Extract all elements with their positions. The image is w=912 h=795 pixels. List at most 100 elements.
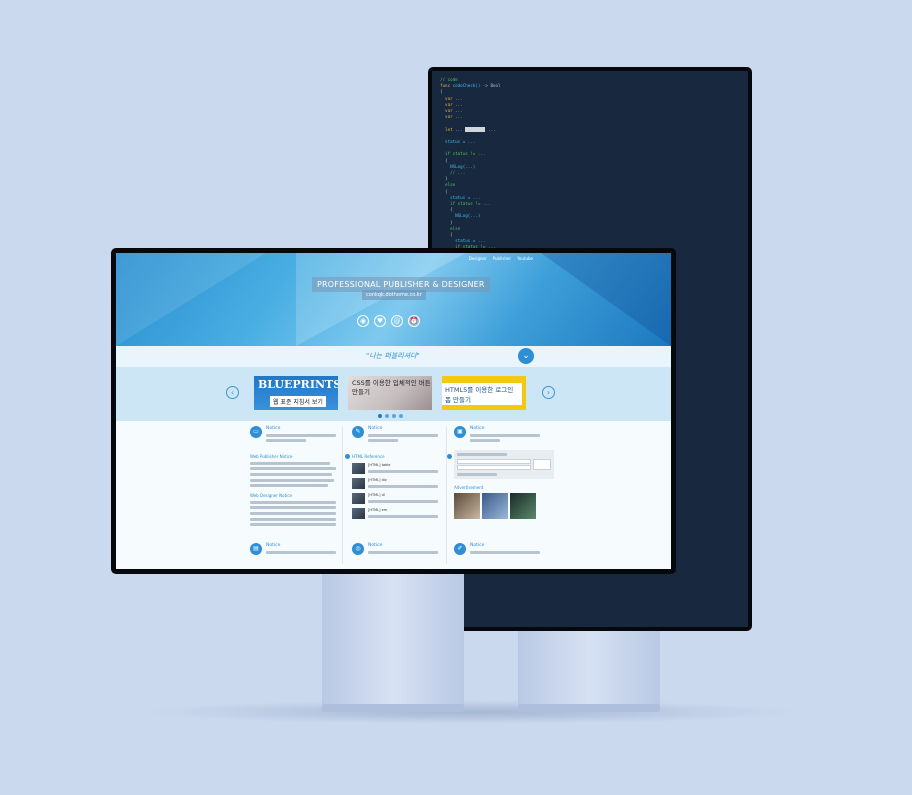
signup-links[interactable] <box>457 472 497 476</box>
notice-text-line <box>470 439 500 443</box>
ad-image[interactable] <box>482 492 508 519</box>
reference-text <box>368 469 438 473</box>
list-item[interactable] <box>250 523 336 527</box>
target-icon[interactable]: ◉ <box>357 315 369 327</box>
heart-icon[interactable]: ♥ <box>374 315 386 327</box>
carousel-slide[interactable]: CSS를 이용한 입체적인 버튼 만들기 <box>348 376 432 410</box>
alarm-clock-icon[interactable]: ⏰ <box>408 315 420 327</box>
reference-item[interactable]: [HTML] em <box>352 508 452 520</box>
notice-block[interactable]: ▭ Notice <box>250 426 350 443</box>
carousel-dot[interactable] <box>399 414 403 418</box>
carousel-prev-button[interactable]: ‹ <box>226 386 239 399</box>
reference-title: [HTML] table <box>368 463 391 468</box>
advertisement-images <box>454 492 554 519</box>
chart-icon: ▤ <box>250 543 262 555</box>
reference-thumbnail <box>352 478 365 490</box>
id-field[interactable] <box>457 459 531 465</box>
section-title: HTML Reference <box>352 454 452 460</box>
ad-image[interactable] <box>510 492 536 519</box>
notice-text-line <box>368 439 398 443</box>
notice-block[interactable]: ✎ Notice <box>352 426 452 443</box>
website-screen: Designer Publisher Youtube PROFESSIONAL … <box>116 253 671 569</box>
plus-icon[interactable] <box>447 454 452 460</box>
nav-designer[interactable]: Designer <box>469 256 487 261</box>
top-nav: Designer Publisher Youtube <box>469 256 533 261</box>
bottom-notice-3: ✐ Notice <box>454 543 554 555</box>
notice-title: Notice <box>470 426 485 431</box>
bottom-notice-1: ▤ Notice <box>250 543 350 555</box>
section-title-text: Advertisement <box>454 484 484 490</box>
hero-facet <box>541 253 671 346</box>
bottom-notice-2: ◎ Notice <box>352 543 452 555</box>
notice-block[interactable]: ✐ Notice <box>454 543 554 555</box>
middle-column: ✎ Notice HTML Reference [HTML] table [HT… <box>352 426 452 520</box>
section-title: Web Designer Notice <box>250 493 350 498</box>
notice-text-line <box>368 433 438 437</box>
reference-item[interactable]: [HTML] table <box>352 463 452 475</box>
reference-text <box>368 484 438 488</box>
section-title-text: Web Designer Notice <box>250 493 292 499</box>
hero-facet <box>116 253 266 346</box>
reference-thumbnail <box>352 508 365 520</box>
list-item[interactable] <box>250 500 336 504</box>
list-item[interactable] <box>250 472 332 476</box>
notice-text-line <box>266 550 336 554</box>
pencil-icon: ✎ <box>352 426 364 438</box>
front-monitor-stand <box>322 572 464 706</box>
list-item[interactable] <box>250 506 336 510</box>
notice-text-line <box>266 433 336 437</box>
at-icon[interactable]: @ <box>391 315 403 327</box>
carousel-dot[interactable] <box>392 414 396 418</box>
reference-item[interactable]: [HTML] div <box>352 478 452 490</box>
section-title: Web Publisher Notice <box>250 454 350 460</box>
carousel-dot[interactable] <box>385 414 389 418</box>
carousel-slide[interactable]: HTML5를 이용한 로그인 폼 만들기 <box>442 376 526 410</box>
nav-publisher[interactable]: Publisher <box>493 256 511 261</box>
right-column: ▣ Notice Advertisement <box>454 426 554 519</box>
notice-block[interactable]: ◎ Notice <box>352 543 452 555</box>
slide-caption: HTML5를 이용한 로그인 폼 만들기 <box>442 383 522 405</box>
ad-image[interactable] <box>454 492 480 519</box>
notice-text-line <box>368 550 438 554</box>
edit-icon: ✐ <box>454 543 466 555</box>
reference-title: [HTML] div <box>368 478 387 483</box>
left-column: ▭ Notice Web Publisher Notice Web Design… <box>250 426 350 527</box>
notice-text-line <box>470 433 540 437</box>
password-field[interactable] <box>457 465 531 471</box>
notice-title: Notice <box>368 426 383 431</box>
list-item[interactable] <box>250 484 328 488</box>
list-item[interactable] <box>250 461 330 465</box>
carousel-next-button[interactable]: › <box>542 386 555 399</box>
tagline-bar: "나는 퍼블리셔다" ⌄ <box>116 346 671 367</box>
reference-title: [HTML] dl <box>368 493 385 498</box>
list-item[interactable] <box>250 517 336 521</box>
slide-title: BLUEPRINTS <box>258 378 338 391</box>
camera-icon: ◎ <box>352 543 364 555</box>
list-item[interactable] <box>250 511 336 515</box>
hero-icon-row: ◉ ♥ @ ⏰ <box>357 315 420 327</box>
carousel-slide[interactable]: BLUEPRINTS 웹 표준 지침서 보기 <box>254 376 338 410</box>
login-button[interactable] <box>533 459 551 471</box>
notice-title: Notice <box>368 543 383 548</box>
nav-youtube[interactable]: Youtube <box>517 256 533 261</box>
front-monitor-foot <box>322 704 464 712</box>
notice-title: Notice <box>470 543 485 548</box>
login-box <box>454 450 554 479</box>
list-item[interactable] <box>250 478 334 482</box>
chevron-down-icon[interactable]: ⌄ <box>518 348 534 364</box>
notice-title: Notice <box>266 543 281 548</box>
list-item[interactable] <box>250 467 336 471</box>
tagline: "나는 퍼블리셔다" <box>366 352 420 360</box>
reference-item[interactable]: [HTML] dl <box>352 493 452 505</box>
notice-block[interactable]: ▤ Notice <box>250 543 350 555</box>
section-title-text: Web Publisher Notice <box>250 454 293 460</box>
monitor-icon: ▭ <box>250 426 262 438</box>
plus-icon[interactable] <box>345 454 350 460</box>
notice-block[interactable]: ▣ Notice <box>454 426 554 443</box>
carousel-dot[interactable] <box>378 414 382 418</box>
reference-text <box>368 514 438 518</box>
notice-text-line <box>266 439 306 443</box>
back-monitor-stand <box>518 626 660 706</box>
hero-url[interactable]: conkqk.dothome.co.kr <box>362 290 426 300</box>
content-area: ▭ Notice Web Publisher Notice Web Design… <box>116 421 671 569</box>
